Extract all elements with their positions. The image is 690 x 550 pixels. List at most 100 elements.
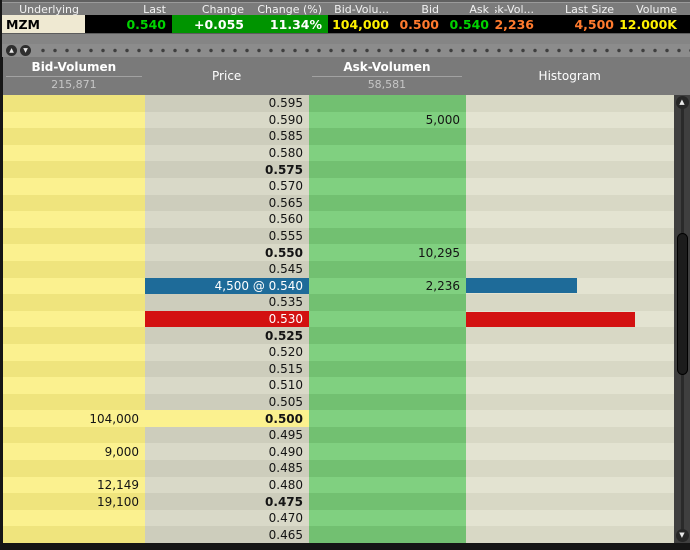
ask-volume-cell[interactable]	[309, 195, 466, 212]
splitter-bar[interactable]: ▲ ▼	[2, 44, 690, 57]
ask-volume-cell[interactable]	[309, 443, 466, 460]
histogram-cell[interactable]	[466, 510, 675, 527]
bid-volume-cell[interactable]	[3, 427, 145, 444]
scroll-up-icon[interactable]: ▲	[676, 96, 689, 109]
ask-volume-cell[interactable]	[309, 427, 466, 444]
ask-volume-cell[interactable]	[309, 526, 466, 543]
bid-volume-cell[interactable]	[3, 211, 145, 228]
price-cell[interactable]: 0.550	[145, 244, 309, 261]
ask-volume-cell[interactable]	[309, 477, 466, 494]
price-cell[interactable]: 0.490	[145, 443, 309, 460]
bid-volume-cell[interactable]	[3, 294, 145, 311]
price-cell[interactable]: 0.565	[145, 195, 309, 212]
bid-volume-cell[interactable]	[3, 311, 145, 328]
histogram-cell[interactable]	[466, 493, 675, 510]
histogram-cell[interactable]	[466, 211, 675, 228]
bid-volume-cell[interactable]	[3, 178, 145, 195]
price-cell[interactable]: 0.495	[145, 427, 309, 444]
price-cell[interactable]: 0.470	[145, 510, 309, 527]
price-cell[interactable]: 0.485	[145, 460, 309, 477]
ask-volume-cell[interactable]	[309, 510, 466, 527]
price-cell[interactable]: 0.590	[145, 112, 309, 129]
bid-volume-cell[interactable]	[3, 526, 145, 543]
ask-volume-cell[interactable]	[309, 361, 466, 378]
price-cell[interactable]: 0.510	[145, 377, 309, 394]
bid-volume-cell[interactable]	[3, 278, 145, 295]
histogram-cell[interactable]	[466, 361, 675, 378]
bid-volume-cell[interactable]	[3, 361, 145, 378]
bid-volume-cell[interactable]	[3, 377, 145, 394]
ask-volume-cell[interactable]	[309, 95, 466, 112]
histogram-cell[interactable]	[466, 228, 675, 245]
bid-volume-cell[interactable]	[3, 510, 145, 527]
price-cell[interactable]: 0.575	[145, 161, 309, 178]
bid-volume-cell[interactable]	[3, 112, 145, 129]
histogram-cell[interactable]	[466, 443, 675, 460]
ask-volume-cell[interactable]	[309, 211, 466, 228]
bid-volume-cell[interactable]	[3, 244, 145, 261]
bid-volume-cell[interactable]	[3, 161, 145, 178]
price-cell[interactable]: 0.480	[145, 477, 309, 494]
ask-volume-cell[interactable]	[309, 178, 466, 195]
bid-volume-cell[interactable]	[3, 394, 145, 411]
histogram-cell[interactable]	[466, 178, 675, 195]
histogram-cell[interactable]	[466, 95, 675, 112]
price-cell[interactable]: 4,500 @ 0.540	[145, 278, 309, 295]
ask-volume-cell[interactable]	[309, 294, 466, 311]
collapse-down-button[interactable]: ▼	[20, 45, 31, 56]
ask-volume-cell[interactable]	[309, 261, 466, 278]
price-cell[interactable]: 0.525	[145, 327, 309, 344]
price-cell[interactable]: 0.475	[145, 493, 309, 510]
ask-volume-cell[interactable]	[309, 394, 466, 411]
histogram-cell[interactable]	[466, 261, 675, 278]
price-cell[interactable]: 0.570	[145, 178, 309, 195]
price-cell[interactable]: 0.530	[145, 311, 309, 328]
histogram-cell[interactable]	[466, 244, 675, 261]
histogram-cell[interactable]	[466, 477, 675, 494]
price-cell[interactable]: 0.465	[145, 526, 309, 543]
ask-volume-cell[interactable]	[309, 344, 466, 361]
ask-volume-cell[interactable]	[309, 128, 466, 145]
ask-volume-cell[interactable]	[309, 228, 466, 245]
ask-volume-cell[interactable]	[309, 377, 466, 394]
bid-volume-cell[interactable]: 104,000	[3, 410, 145, 427]
price-cell[interactable]: 0.545	[145, 261, 309, 278]
price-cell[interactable]: 0.595	[145, 95, 309, 112]
bid-volume-cell[interactable]: 12,149	[3, 477, 145, 494]
ask-volume-cell[interactable]: 2,236	[309, 278, 466, 295]
price-cell[interactable]: 0.520	[145, 344, 309, 361]
histogram-cell[interactable]	[466, 311, 675, 328]
histogram-cell[interactable]	[466, 294, 675, 311]
ask-volume-cell[interactable]: 10,295	[309, 244, 466, 261]
bid-volume-cell[interactable]: 19,100	[3, 493, 145, 510]
bid-volume-cell[interactable]: 9,000	[3, 443, 145, 460]
histogram-cell[interactable]	[466, 112, 675, 129]
scrollbar-thumb[interactable]	[677, 233, 688, 375]
price-cell[interactable]: 0.505	[145, 394, 309, 411]
ask-volume-cell[interactable]: 5,000	[309, 112, 466, 129]
ask-volume-cell[interactable]	[309, 327, 466, 344]
quote-data-row[interactable]: MZM 0.540 +0.055 11.34% 104,000 0.500 0.…	[2, 15, 690, 33]
price-cell[interactable]: 0.580	[145, 145, 309, 162]
price-cell[interactable]: 0.560	[145, 211, 309, 228]
histogram-cell[interactable]	[466, 195, 675, 212]
price-cell[interactable]: 0.515	[145, 361, 309, 378]
histogram-cell[interactable]	[466, 377, 675, 394]
bid-volume-cell[interactable]	[3, 145, 145, 162]
bid-volume-cell[interactable]	[3, 128, 145, 145]
price-cell[interactable]: 0.500	[145, 410, 309, 427]
bid-volume-cell[interactable]	[3, 261, 145, 278]
histogram-cell[interactable]	[466, 161, 675, 178]
histogram-cell[interactable]	[466, 427, 675, 444]
histogram-cell[interactable]	[466, 278, 675, 295]
histogram-cell[interactable]	[466, 344, 675, 361]
histogram-cell[interactable]	[466, 526, 675, 543]
ask-volume-cell[interactable]	[309, 311, 466, 328]
ask-volume-cell[interactable]	[309, 161, 466, 178]
histogram-cell[interactable]	[466, 394, 675, 411]
histogram-cell[interactable]	[466, 460, 675, 477]
ask-volume-cell[interactable]	[309, 460, 466, 477]
ask-volume-cell[interactable]	[309, 493, 466, 510]
bid-volume-cell[interactable]	[3, 95, 145, 112]
price-cell[interactable]: 0.555	[145, 228, 309, 245]
